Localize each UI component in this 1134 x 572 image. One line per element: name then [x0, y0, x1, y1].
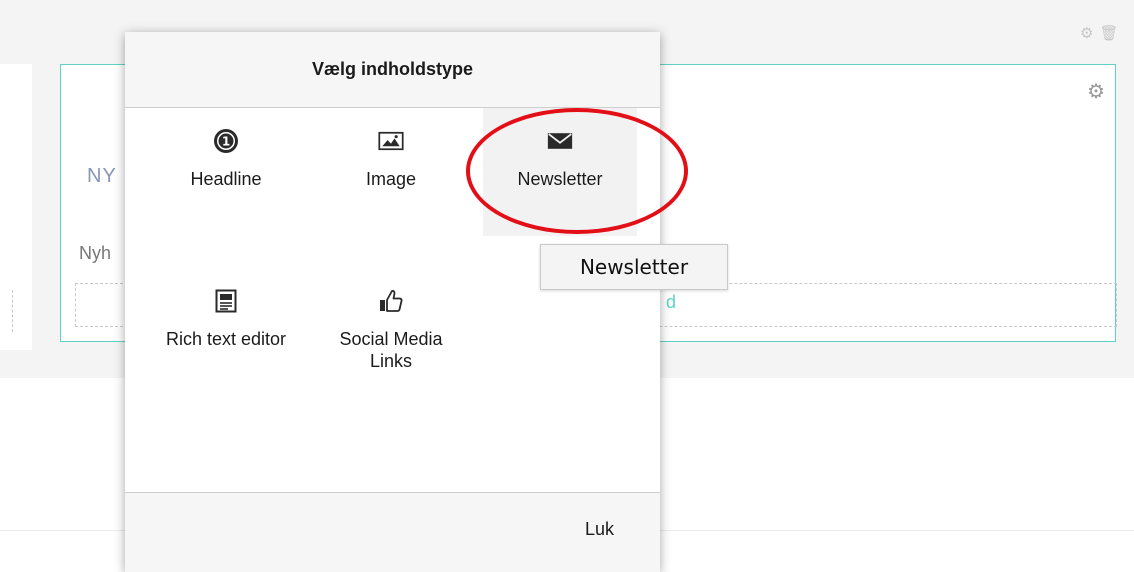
content-type-newsletter[interactable]: Newsletter: [483, 108, 637, 236]
tooltip: Newsletter: [540, 244, 728, 290]
headline-icon: 1: [213, 128, 239, 154]
row-gear-icon[interactable]: ⚙: [1080, 24, 1093, 42]
rich-text-icon: [213, 288, 239, 314]
dialog-header: Vælg indholdstype: [125, 32, 660, 108]
row-toolbar: ⚙ 🗑: [1080, 24, 1119, 42]
background-text: Nyh: [79, 243, 112, 263]
svg-text:1: 1: [222, 135, 230, 149]
image-icon: [378, 128, 404, 154]
background-heading: NY: [87, 165, 117, 187]
dialog-body: 1 Headline Image Newsletter Rich text ed…: [125, 108, 660, 492]
dialog-footer: Luk: [125, 492, 660, 572]
content-type-label: Headline: [190, 169, 262, 189]
content-type-dialog: Vælg indholdstype 1 Headline Image Newsl…: [125, 32, 660, 572]
content-type-image[interactable]: Image: [314, 108, 468, 236]
left-dashed-edge: [12, 290, 13, 332]
content-type-social-media-links[interactable]: Social Media Links: [314, 268, 468, 396]
content-type-label: Rich text editor: [165, 329, 287, 349]
content-type-label: Image: [365, 169, 417, 189]
add-content-label: d: [666, 292, 677, 312]
content-type-label: Newsletter: [517, 169, 603, 189]
thumbs-up-icon: [378, 288, 404, 314]
row-trash-icon[interactable]: 🗑: [1099, 24, 1118, 42]
cell-gear-icon[interactable]: ⚙: [1087, 79, 1105, 104]
close-button[interactable]: Luk: [583, 515, 616, 544]
envelope-icon: [547, 128, 573, 154]
content-type-label: Social Media Links: [339, 329, 443, 371]
left-column-stub: [0, 64, 32, 350]
content-type-headline[interactable]: 1 Headline: [149, 108, 303, 236]
dialog-title: Vælg indholdstype: [311, 59, 473, 79]
content-type-rich-text-editor[interactable]: Rich text editor: [149, 268, 303, 396]
